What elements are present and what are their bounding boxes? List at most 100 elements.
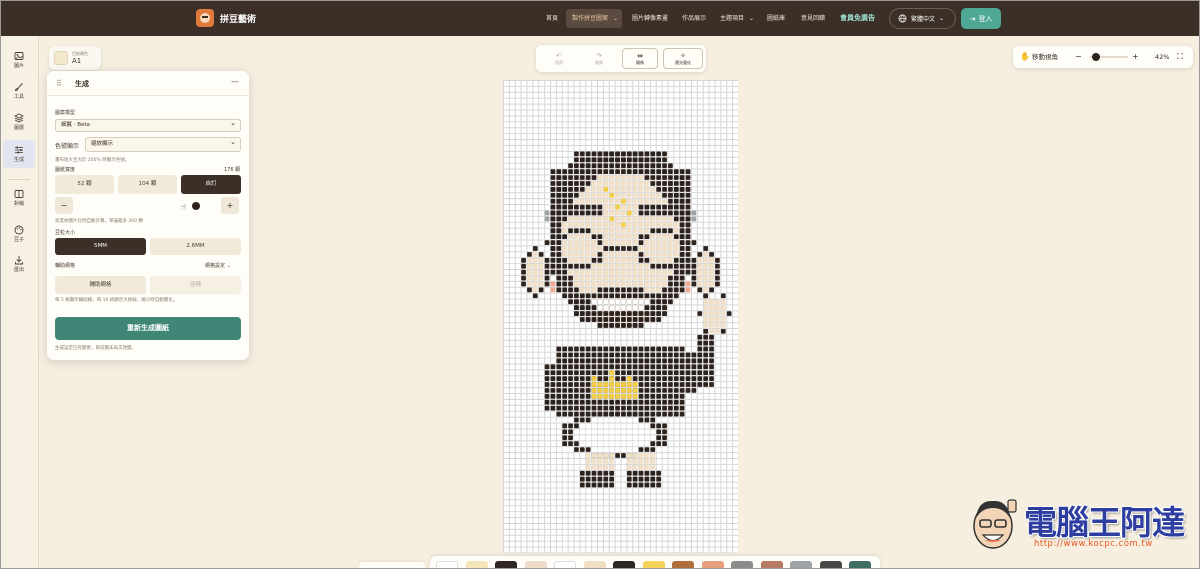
- nav-item-image-to-pixel[interactable]: 圖片轉像素畫: [626, 9, 674, 28]
- mirror-button[interactable]: ⇹ 鏡像: [622, 48, 658, 69]
- bead: [521, 269, 526, 275]
- bead: [650, 352, 656, 358]
- login-button[interactable]: ⇥ 登入: [961, 8, 1001, 29]
- nav-item-home[interactable]: 首頁: [540, 9, 564, 28]
- nav-item-feedback[interactable]: 意見回饋: [795, 9, 831, 28]
- palette-swatch[interactable]: [465, 561, 488, 569]
- palette-swatch[interactable]: [701, 561, 724, 569]
- palette-swatch[interactable]: [524, 561, 547, 569]
- bead: [585, 287, 591, 293]
- bead-size-5mm[interactable]: 5MM: [55, 238, 146, 255]
- palette-swatch[interactable]: [583, 561, 606, 569]
- bead: [591, 447, 597, 452]
- palette-swatch[interactable]: [790, 561, 812, 569]
- nav-item-premium[interactable]: 會員免廣告: [834, 9, 881, 28]
- bead: [597, 252, 603, 257]
- bead: [556, 352, 562, 358]
- bead: [591, 482, 597, 488]
- fullscreen-icon[interactable]: ⛶: [1177, 46, 1183, 68]
- bead: [579, 423, 585, 429]
- palette-swatch[interactable]: [849, 561, 871, 569]
- mode-select[interactable]: 細膩 · Beta: [55, 118, 241, 132]
- guide-grid-button[interactable]: 輔助網格: [55, 276, 146, 294]
- zoom-slider-knob[interactable]: [1091, 53, 1100, 61]
- bead: [626, 470, 632, 476]
- width-decrease-button[interactable]: −: [55, 197, 73, 214]
- palette-swatch[interactable]: [613, 561, 635, 569]
- bead: [562, 376, 568, 381]
- bead-size-2-6mm[interactable]: 2.6MM: [150, 238, 241, 255]
- nav-item-library[interactable]: 圖紙庫: [761, 9, 791, 28]
- rail-item-symmetry[interactable]: 對稱: [3, 184, 35, 212]
- bead: [597, 222, 603, 228]
- width-option-104[interactable]: 104 顆: [118, 175, 177, 194]
- rail-item-tools[interactable]: 工具: [3, 77, 35, 105]
- language-button[interactable]: 繁體中文 ⌄: [889, 8, 956, 29]
- bead: [550, 257, 556, 263]
- palette-swatch[interactable]: [554, 561, 576, 569]
- rail-item-generate[interactable]: 生成: [3, 140, 35, 168]
- bead: [656, 181, 662, 186]
- palette-swatch[interactable]: [672, 561, 694, 569]
- width-slider-knob[interactable]: [192, 202, 200, 210]
- regenerate-button[interactable]: 重新生成圖紙: [55, 317, 241, 340]
- bead: [626, 228, 632, 234]
- width-increase-button[interactable]: +: [221, 197, 239, 214]
- bead: [568, 257, 573, 263]
- nav-item-gallery[interactable]: 作品展示: [676, 9, 712, 28]
- palette-swatch[interactable]: [436, 561, 458, 569]
- brand[interactable]: 拼豆藝術: [196, 9, 256, 27]
- rail-item-layers[interactable]: 圖層: [3, 108, 35, 136]
- palette-swatch[interactable]: [819, 561, 842, 569]
- redo-button[interactable]: ↷ 重做: [581, 48, 617, 69]
- minimize-icon[interactable]: —: [231, 77, 239, 86]
- width-option-52[interactable]: 52 顆: [55, 175, 114, 194]
- palette-swatch[interactable]: [731, 561, 753, 569]
- bead: [632, 216, 638, 222]
- palette-tab[interactable]: [359, 562, 425, 569]
- guide-settings-link[interactable]: 網格設定 ⌄: [205, 262, 231, 269]
- rail-item-export[interactable]: 匯出: [3, 250, 35, 278]
- rail-item-beads[interactable]: 豆子: [3, 220, 35, 248]
- width-option-custom[interactable]: 自訂: [181, 175, 241, 194]
- bead: [609, 453, 615, 458]
- color-display-select[interactable]: 縮放顯示: [85, 136, 241, 152]
- bead: [597, 192, 603, 198]
- optimize-button[interactable]: ✧ 隨光優化: [663, 48, 703, 69]
- bead: [597, 405, 603, 411]
- move-view-label[interactable]: 移動視角: [1032, 46, 1058, 68]
- bead: [544, 275, 550, 281]
- coordinates-button[interactable]: 座標: [150, 276, 241, 294]
- nav-item-make-pattern[interactable]: 製作拼豆圖案 ⌄: [566, 9, 623, 28]
- rail-item-image[interactable]: 圖片: [3, 46, 35, 74]
- undo-button[interactable]: ↶ 復原: [541, 48, 577, 69]
- bead: [650, 411, 656, 417]
- zoom-in-button[interactable]: +: [1132, 46, 1139, 68]
- nav-item-themes[interactable]: 主題項目 ⌄: [714, 9, 758, 28]
- bead: [626, 187, 632, 192]
- bead: [662, 346, 667, 352]
- bead: [626, 257, 632, 263]
- bead: [609, 411, 615, 417]
- bead: [715, 299, 720, 305]
- palette-swatch[interactable]: [760, 561, 783, 569]
- bead: [632, 240, 638, 245]
- palette-swatch[interactable]: [642, 561, 665, 569]
- bead: [574, 358, 579, 364]
- hand-icon[interactable]: ✋: [1020, 46, 1030, 68]
- current-color-chip[interactable]: 目前顏色 A1: [49, 46, 101, 70]
- bead: [691, 275, 697, 281]
- bead: [626, 222, 632, 228]
- bead: [621, 435, 626, 441]
- bead: [662, 257, 667, 263]
- bead: [568, 163, 573, 169]
- bead: [668, 216, 673, 222]
- bead: [615, 216, 620, 222]
- bead: [574, 364, 579, 370]
- bead-canvas[interactable]: [503, 80, 738, 553]
- palette-swatch[interactable]: [495, 561, 517, 569]
- zoom-out-button[interactable]: −: [1075, 46, 1082, 68]
- drag-handle-icon[interactable]: ⠿: [56, 79, 62, 88]
- bead: [662, 388, 667, 393]
- bead: [568, 423, 573, 429]
